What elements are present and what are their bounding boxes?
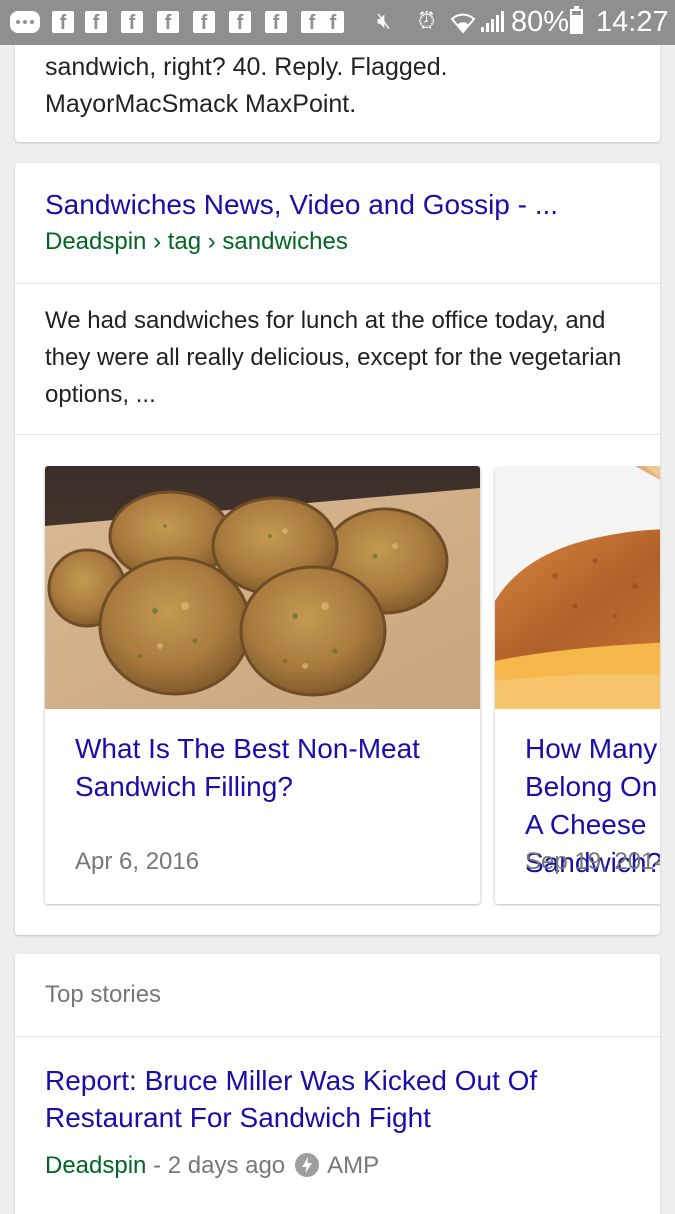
story-meta: Deadspin - 2 days ago AMP xyxy=(45,1150,379,1182)
amp-label: AMP xyxy=(327,1152,380,1179)
amp-bolt-icon xyxy=(295,1153,320,1177)
facebook-icon: f xyxy=(193,11,215,34)
facebook-icon: f xyxy=(301,11,323,34)
meta-separator: - xyxy=(146,1152,168,1179)
article-date: Sep 19, 2014 xyxy=(525,848,660,875)
result-snippet: We had sandwiches for lunch at the offic… xyxy=(45,307,622,408)
facebook-icon: f xyxy=(52,11,74,34)
previous-result-card: sandwich, right? 40. Reply. Flagged. May… xyxy=(15,45,660,142)
facebook-icon: f xyxy=(121,11,143,34)
status-bar: f f f f f f f f f 🔇︎ ⏰︎ 80% 14:27 xyxy=(0,0,675,45)
wifi-icon xyxy=(450,13,476,34)
facebook-icon: f xyxy=(157,11,179,34)
clock: 14:27 xyxy=(596,6,669,38)
divider xyxy=(15,283,660,284)
facebook-icon: f xyxy=(265,11,287,34)
article-card[interactable]: How Many Belong On A Cheese Sandwich? Se… xyxy=(495,466,660,904)
battery-icon xyxy=(570,6,583,34)
result-title-link[interactable]: Sandwiches News, Video and Gossip - ... xyxy=(45,187,558,223)
alarm-icon: ⏰︎ xyxy=(418,9,436,34)
story-age: 2 days ago xyxy=(167,1152,286,1179)
top-stories-heading: Top stories xyxy=(45,981,162,1008)
article-carousel[interactable]: What Is The Best Non-Meat Sandwich Filli… xyxy=(15,466,660,906)
battery-percent: 80% xyxy=(511,6,570,38)
article-thumbnail xyxy=(495,466,660,709)
story-title-link[interactable]: Report: Bruce Miller Was Kicked Out Of R… xyxy=(45,1062,635,1136)
previous-result-snippet: sandwich, right? 40. Reply. Flagged. May… xyxy=(45,53,448,118)
facebook-icon: f xyxy=(85,11,107,34)
facebook-icon: f xyxy=(322,11,344,34)
divider xyxy=(15,1036,660,1037)
article-title[interactable]: What Is The Best Non-Meat Sandwich Filli… xyxy=(75,730,435,806)
signal-icon xyxy=(481,11,504,32)
top-stories-card: Top stories Report: Bruce Miller Was Kic… xyxy=(15,954,660,1214)
article-card[interactable]: What Is The Best Non-Meat Sandwich Filli… xyxy=(45,466,480,904)
article-date: Apr 6, 2016 xyxy=(75,848,200,875)
mute-icon: 🔇︎ xyxy=(377,9,391,34)
search-result-card: Sandwiches News, Video and Gossip - ... … xyxy=(15,163,660,935)
story-source: Deadspin xyxy=(45,1152,147,1179)
facebook-icon: f xyxy=(229,11,251,34)
divider xyxy=(15,434,660,435)
result-breadcrumb[interactable]: Deadspin › tag › sandwiches xyxy=(45,226,348,258)
chat-icon xyxy=(10,11,40,33)
article-thumbnail xyxy=(45,466,480,709)
